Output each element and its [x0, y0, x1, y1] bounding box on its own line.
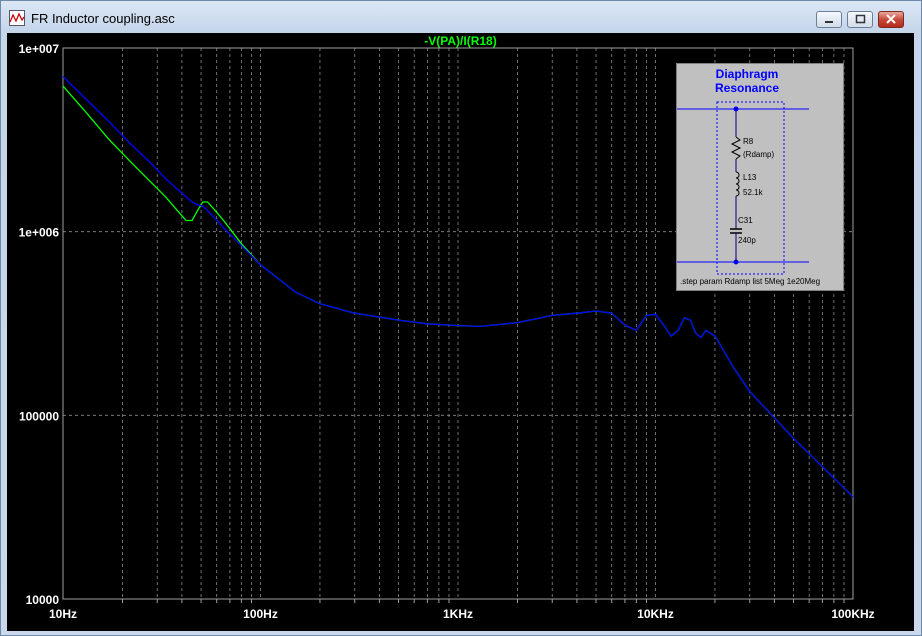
- x-tick-label: 100KHz: [831, 607, 874, 621]
- close-button[interactable]: [878, 11, 904, 28]
- title-bar[interactable]: FR Inductor coupling.asc: [1, 1, 921, 35]
- y-tick-label: 1e+006: [19, 226, 60, 240]
- waveform-app-icon: [9, 10, 25, 26]
- x-tick-label: 1KHz: [443, 607, 473, 621]
- plot-pane[interactable]: 10Hz 100Hz 1KHz 10KHz 100KHz 1e+007 1e+006 1000…: [7, 33, 914, 631]
- restore-icon: [855, 14, 866, 24]
- app-window: FR Inductor coupling.asc 10Hz 100Hz 1KHz 10…: [0, 0, 922, 636]
- x-tick-label: 100Hz: [243, 607, 278, 621]
- step-directive-text: .step param Rdamp list 5Meg 1e20Meg: [680, 277, 821, 286]
- y-tick-label: 10000: [26, 593, 60, 607]
- capacitor-value-label: 240p: [738, 236, 756, 245]
- restore-button[interactable]: [847, 11, 873, 28]
- inductor-value-label: 52.1k: [743, 188, 763, 197]
- capacitor-name-label: C31: [738, 216, 753, 225]
- close-icon: [886, 14, 896, 24]
- inductor-name-label: L13: [743, 173, 757, 182]
- x-tick-label: 10KHz: [637, 607, 674, 621]
- schematic-drawing: [677, 101, 809, 275]
- resistor-value-label: (Rdamp): [743, 150, 775, 159]
- schematic-inset[interactable]: Diaphragm Resonance R8 (Rdamp) L13 52.1k…: [676, 63, 844, 291]
- x-tick-label: 10Hz: [49, 607, 77, 621]
- resistor-name-label: R8: [743, 137, 754, 146]
- y-tick-label: 100000: [19, 409, 59, 423]
- window-title: FR Inductor coupling.asc: [31, 11, 175, 26]
- trace-expression-label[interactable]: -V(PA)/I(R18): [7, 34, 914, 48]
- minimize-icon: [825, 21, 833, 23]
- minimize-button[interactable]: [816, 11, 842, 28]
